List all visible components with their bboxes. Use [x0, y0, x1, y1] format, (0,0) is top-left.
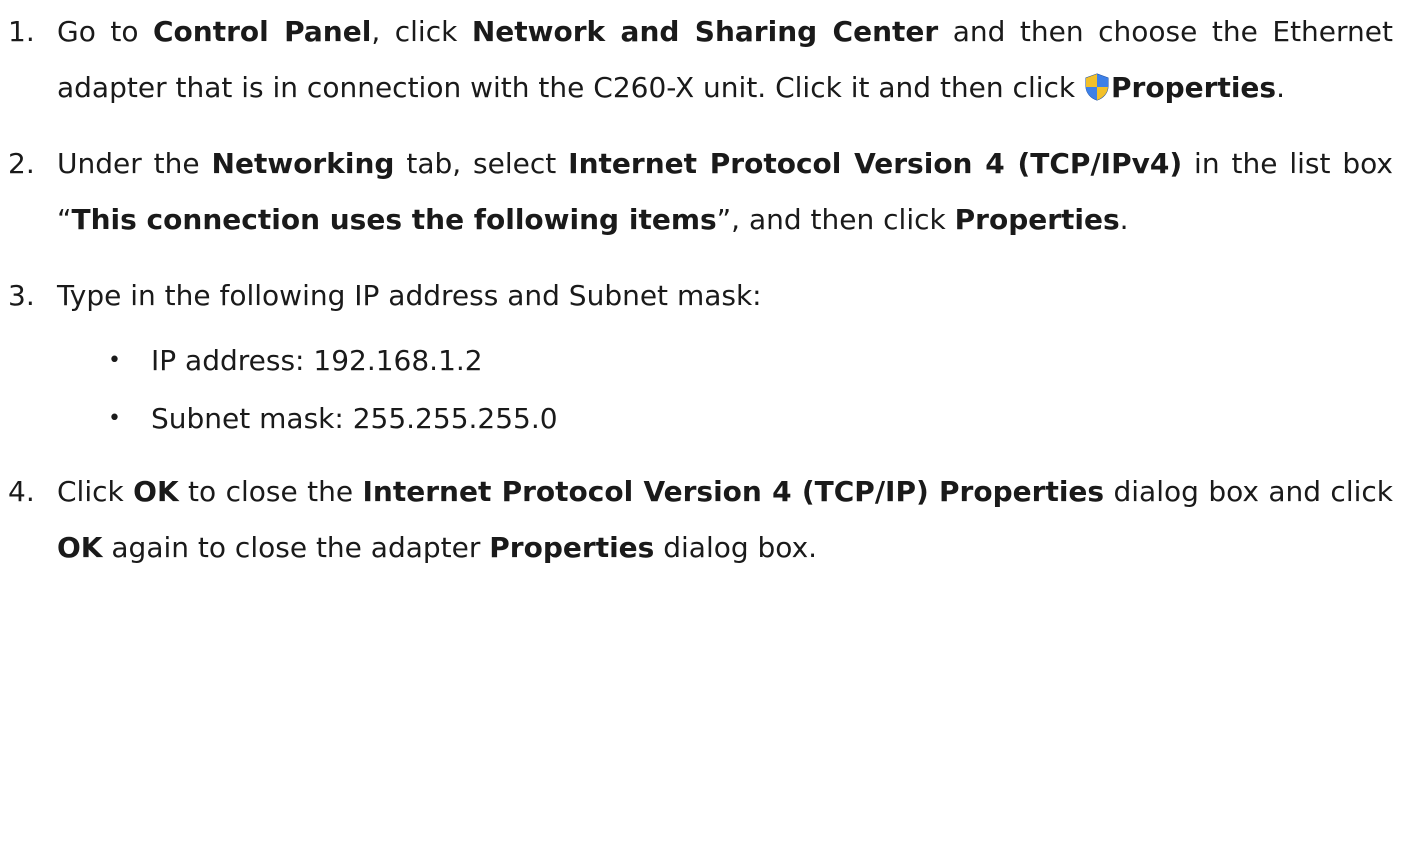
subnet-mask-text: Subnet mask: 255.255.255.0	[151, 402, 558, 435]
properties-label: Properties	[489, 531, 655, 564]
address-list: • IP address: 192.168.1.2 • Subnet mask: 2…	[0, 332, 1421, 448]
step-text: Type in the following IP address and Sub…	[57, 279, 762, 312]
step-text: , click	[371, 15, 472, 48]
step-2: 2. Under the Networking tab, select Inter…	[0, 136, 1421, 248]
step-1: 1. Go to Control Panel, click Network and…	[0, 4, 1421, 116]
properties-label: Properties	[954, 203, 1120, 236]
properties-label: Properties	[1111, 71, 1277, 104]
list-box-label: This connection uses the following items	[71, 203, 717, 236]
step-number: 2.	[8, 147, 35, 180]
step-4: 4. Click OK to close the Internet Protoco…	[0, 464, 1421, 576]
ok-label: OK	[133, 475, 179, 508]
ok-label: OK	[57, 531, 103, 564]
step-text: ”, and then click	[716, 203, 955, 236]
uac-shield-icon	[1084, 64, 1110, 101]
step-text: Go to	[57, 15, 153, 48]
instruction-document: 1. Go to Control Panel, click Network and…	[0, 0, 1421, 861]
step-text: to close the	[178, 475, 363, 508]
step-text: Under the	[57, 147, 212, 180]
step-number: 3.	[8, 279, 35, 312]
step-number: 1.	[8, 15, 35, 48]
step-text: tab, select	[394, 147, 569, 180]
step-text: Click	[57, 475, 134, 508]
step-text: .	[1119, 203, 1129, 236]
network-sharing-center-label: Network and Sharing Center	[471, 15, 939, 48]
networking-tab-label: Networking	[211, 147, 395, 180]
list-item-subnet-mask: • Subnet mask: 255.255.255.0	[0, 390, 1421, 448]
step-text: .	[1276, 71, 1285, 104]
bullet-icon: •	[108, 348, 121, 373]
control-panel-label: Control Panel	[153, 15, 372, 48]
list-item-ip-address: • IP address: 192.168.1.2	[0, 332, 1421, 390]
bullet-icon: •	[108, 406, 121, 431]
step-text: dialog box.	[654, 531, 818, 564]
ipv4-protocol-label: Internet Protocol Version 4 (TCP/IPv4)	[568, 147, 1183, 180]
ipv4-properties-dialog-label: Internet Protocol Version 4 (TCP/IP) Pro…	[362, 475, 1105, 508]
step-text: again to close the adapter	[102, 531, 490, 564]
step-text: dialog box and click	[1104, 475, 1394, 508]
step-3: 3. Type in the following IP address and S…	[0, 268, 1421, 324]
step-number: 4.	[8, 475, 35, 508]
ip-address-text: IP address: 192.168.1.2	[151, 344, 483, 377]
